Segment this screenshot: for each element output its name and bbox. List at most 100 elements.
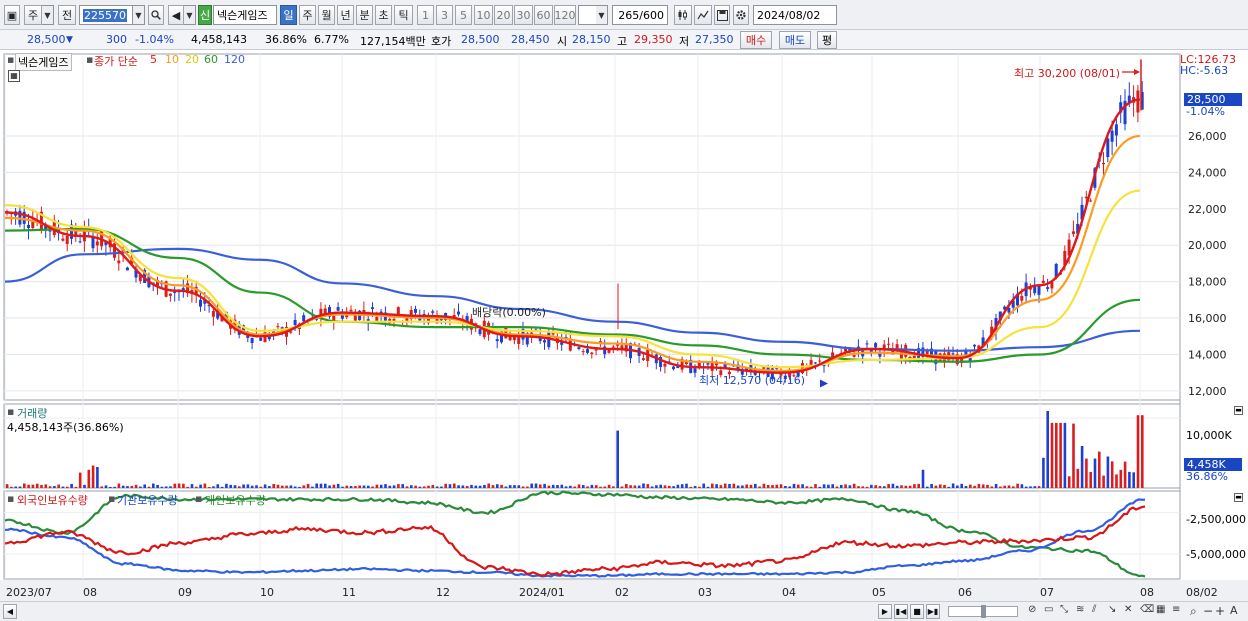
interval-custom-input[interactable] (578, 5, 598, 25)
interval-20[interactable]: 20 (494, 5, 513, 25)
interval-1[interactable]: 1 (417, 5, 434, 25)
interval-10[interactable]: 10 (474, 5, 493, 25)
volume-bar (186, 486, 189, 488)
volume-bar (895, 485, 899, 488)
interval-60-label: 60 (536, 8, 551, 22)
volume-bar (964, 485, 968, 488)
holdings-pane-close-icon[interactable]: ▬ (1234, 493, 1243, 502)
bottom-scrollbar[interactable]: ◀ ▶ ▮◀ ■ ▶▮ ⊘ ▭ ⤡ ≋ ⫽ ↘ ✕ ⌫ ▦ ≡ ⌕ − + A (0, 601, 1248, 621)
zoom-out-icon[interactable]: − (1203, 604, 1213, 618)
volume-bar (620, 486, 624, 488)
period-day-label: 일 (283, 9, 294, 22)
volume-bar (306, 483, 310, 488)
count-field[interactable]: 265/600 (612, 5, 668, 25)
volume-bar (177, 483, 181, 488)
arrow-tool-icon[interactable]: ↘ (1108, 604, 1116, 615)
date-field[interactable]: 2024/08/02 (753, 5, 837, 25)
save-icon[interactable] (714, 5, 730, 25)
volume-bar (448, 484, 452, 488)
line-tool-icon[interactable]: ⊘ (1028, 604, 1036, 615)
zoom-slider[interactable] (948, 605, 1018, 618)
zoom-slider-handle[interactable] (981, 605, 986, 618)
zoom-search-icon[interactable]: ⌕ (1190, 604, 1197, 619)
buy-button[interactable]: 매수 (740, 31, 772, 49)
volume-bar (865, 486, 869, 488)
eraser-tool-icon[interactable]: ⌫ (1140, 604, 1154, 615)
volume-bar (496, 484, 499, 488)
period-minute[interactable]: 분 (356, 5, 373, 25)
volume-bar (637, 485, 641, 488)
marker-tool-icon[interactable]: ✕ (1124, 604, 1132, 615)
eval-button[interactable]: 평 (817, 31, 837, 49)
new-badge: 신 (198, 5, 212, 25)
candle-type-icon[interactable] (674, 5, 692, 25)
period-month[interactable]: 월 (318, 5, 335, 25)
x-axis-label: 08 (1140, 586, 1154, 599)
market-type-label: 주 (27, 9, 39, 22)
jump-start-icon[interactable]: ▮◀ (894, 604, 908, 619)
jump-end-icon[interactable]: ▶▮ (926, 604, 940, 619)
market-type-button[interactable]: 주 (24, 5, 42, 25)
volume-pane-close-icon[interactable]: ▬ (1234, 406, 1243, 415)
volume-bar (784, 486, 787, 488)
sound-icon[interactable]: ◀ (168, 5, 184, 25)
volume-bar (336, 483, 340, 488)
period-day[interactable]: 일 (280, 5, 297, 25)
volume-bar (14, 486, 17, 488)
channel-tool-icon[interactable]: ⫽ (1092, 604, 1096, 615)
ma-marker: ▪ (86, 53, 94, 66)
draw-tool-icon[interactable] (694, 5, 712, 25)
chart-area[interactable]: 26,000 24,000 22,000 20,000 18,000 16,000 14,0… (0, 51, 1248, 601)
scroll-right-icon[interactable]: ▶ (878, 604, 892, 619)
volume-bar (431, 485, 435, 488)
sound-dropdown-icon[interactable]: ▼ (184, 5, 196, 25)
interval-30[interactable]: 30 (514, 5, 533, 25)
volume-bar (676, 484, 680, 488)
candle-body (590, 352, 594, 355)
calculator-icon[interactable]: ▦ (8, 70, 20, 82)
stock-code-input[interactable]: 225570 (79, 5, 133, 25)
candle-body (431, 311, 435, 313)
sell-button[interactable]: 매도 (779, 31, 811, 49)
period-second[interactable]: 초 (375, 5, 392, 25)
volume-bar (513, 485, 516, 488)
gear-icon[interactable] (733, 5, 749, 25)
grid-tool-icon[interactable]: ▦ (1156, 604, 1165, 615)
cursor-tool-icon[interactable]: ▭ (1044, 604, 1053, 615)
volume-bar (1003, 485, 1006, 488)
period-tick[interactable]: 틱 (394, 5, 413, 25)
volume-bar (517, 485, 521, 488)
volume-bar (57, 484, 60, 488)
zoom-in-icon[interactable]: + (1215, 604, 1225, 618)
volume-bar (1046, 411, 1049, 488)
x-axis-label: 04 (782, 586, 796, 599)
institution-marker: ▪ (108, 492, 116, 505)
bid-price: 28,450 (511, 33, 550, 46)
candle-body (250, 338, 254, 344)
window-icon[interactable]: ▣ (4, 5, 20, 25)
volume-bar (483, 484, 486, 488)
font-size-icon[interactable]: A (1230, 604, 1238, 617)
period-year-label: 년 (340, 9, 351, 22)
interval-120[interactable]: 120 (554, 5, 576, 25)
interval-60[interactable]: 60 (534, 5, 553, 25)
period-year[interactable]: 년 (337, 5, 354, 25)
chart-canvas[interactable]: 26,000 24,000 22,000 20,000 18,000 16,000 14,0… (0, 51, 1248, 601)
count-value: 265 (618, 8, 640, 22)
volume-pane (3, 403, 1181, 489)
scroll-left-icon[interactable]: ◀ (3, 604, 17, 619)
code-dropdown-icon[interactable]: ▼ (133, 5, 145, 25)
fib-tool-icon[interactable]: ≋ (1076, 604, 1084, 615)
interval-3[interactable]: 3 (436, 5, 453, 25)
interval-5[interactable]: 5 (455, 5, 472, 25)
text-tool-icon[interactable]: ≡ (1172, 604, 1180, 615)
stop-icon[interactable]: ■ (910, 604, 924, 619)
trend-tool-icon[interactable]: ⤡ (1060, 604, 1068, 615)
market-type-dropdown-icon[interactable]: ▼ (42, 5, 54, 25)
period-week[interactable]: 주 (299, 5, 316, 25)
prev-button[interactable]: 전 (58, 5, 76, 25)
candle-body (1089, 200, 1093, 202)
volume-bar (1119, 469, 1123, 488)
search-icon[interactable] (148, 5, 164, 25)
interval-dropdown-icon[interactable]: ▼ (596, 5, 608, 25)
